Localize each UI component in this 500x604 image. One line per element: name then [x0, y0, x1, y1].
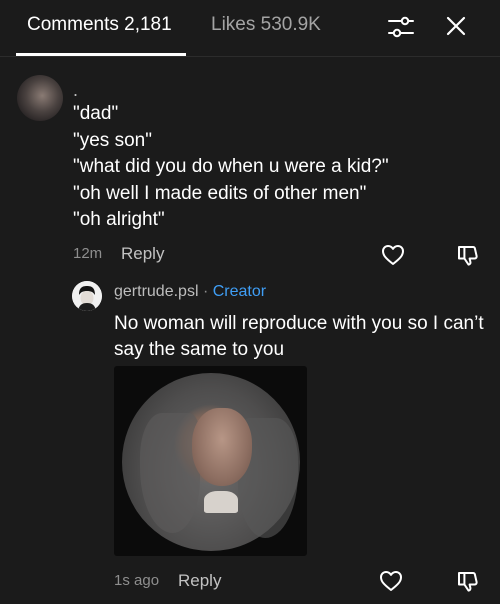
comment-timestamp: 12m	[73, 245, 103, 262]
author-separator: ·	[202, 283, 209, 300]
commenter-avatar[interactable]	[17, 75, 63, 121]
heart-icon	[382, 245, 404, 265]
comment-author[interactable]: .	[73, 80, 78, 101]
reply-image-portrait	[122, 373, 300, 551]
portrait-face	[192, 408, 252, 486]
reply-reply-button[interactable]: Reply	[178, 571, 221, 591]
comment-line: "oh well I made edits of other men"	[73, 182, 367, 204]
tab-likes[interactable]: Likes 530.9K	[211, 14, 321, 36]
comment-text: "dad" "yes son" "what did you do when u …	[73, 101, 389, 234]
comment-like-button[interactable]	[381, 244, 405, 266]
active-tab-indicator	[16, 53, 186, 56]
comment-line: "dad"	[73, 103, 119, 124]
creator-avatar[interactable]	[72, 281, 102, 311]
close-icon	[446, 16, 466, 36]
reply-author[interactable]: gertrude.psl	[114, 283, 199, 300]
reply-dislike-button[interactable]	[456, 569, 480, 593]
heart-icon	[380, 571, 402, 591]
comment-line: "what did you do when u were a kid?"	[73, 156, 389, 177]
comments-header: Comments 2,181 Likes 530.9K	[0, 0, 500, 57]
reply-image[interactable]	[114, 366, 307, 556]
reply-like-button[interactable]	[379, 570, 403, 592]
creator-badge: Creator	[212, 283, 267, 300]
thumbs-down-icon	[458, 572, 478, 592]
close-button[interactable]	[442, 12, 470, 40]
sliders-filter-icon	[388, 16, 414, 38]
comment-line: "oh alright"	[73, 209, 165, 230]
filter-button[interactable]	[386, 13, 416, 41]
comment-reply-button[interactable]: Reply	[121, 244, 164, 264]
reply-timestamp: 1s ago	[114, 572, 160, 589]
portrait-shirt	[204, 491, 238, 513]
portrait-hood-left	[140, 413, 200, 533]
comment-dislike-button[interactable]	[456, 243, 480, 267]
reply-text: No woman will reproduce with you so I ca…	[114, 313, 484, 360]
creator-avatar-image	[72, 281, 102, 311]
comment-line: "yes son"	[73, 129, 152, 151]
thumbs-down-icon	[458, 246, 478, 266]
reply-author-line: gertrude.psl · Creator	[114, 283, 266, 301]
tab-comments[interactable]: Comments 2,181	[27, 14, 172, 36]
